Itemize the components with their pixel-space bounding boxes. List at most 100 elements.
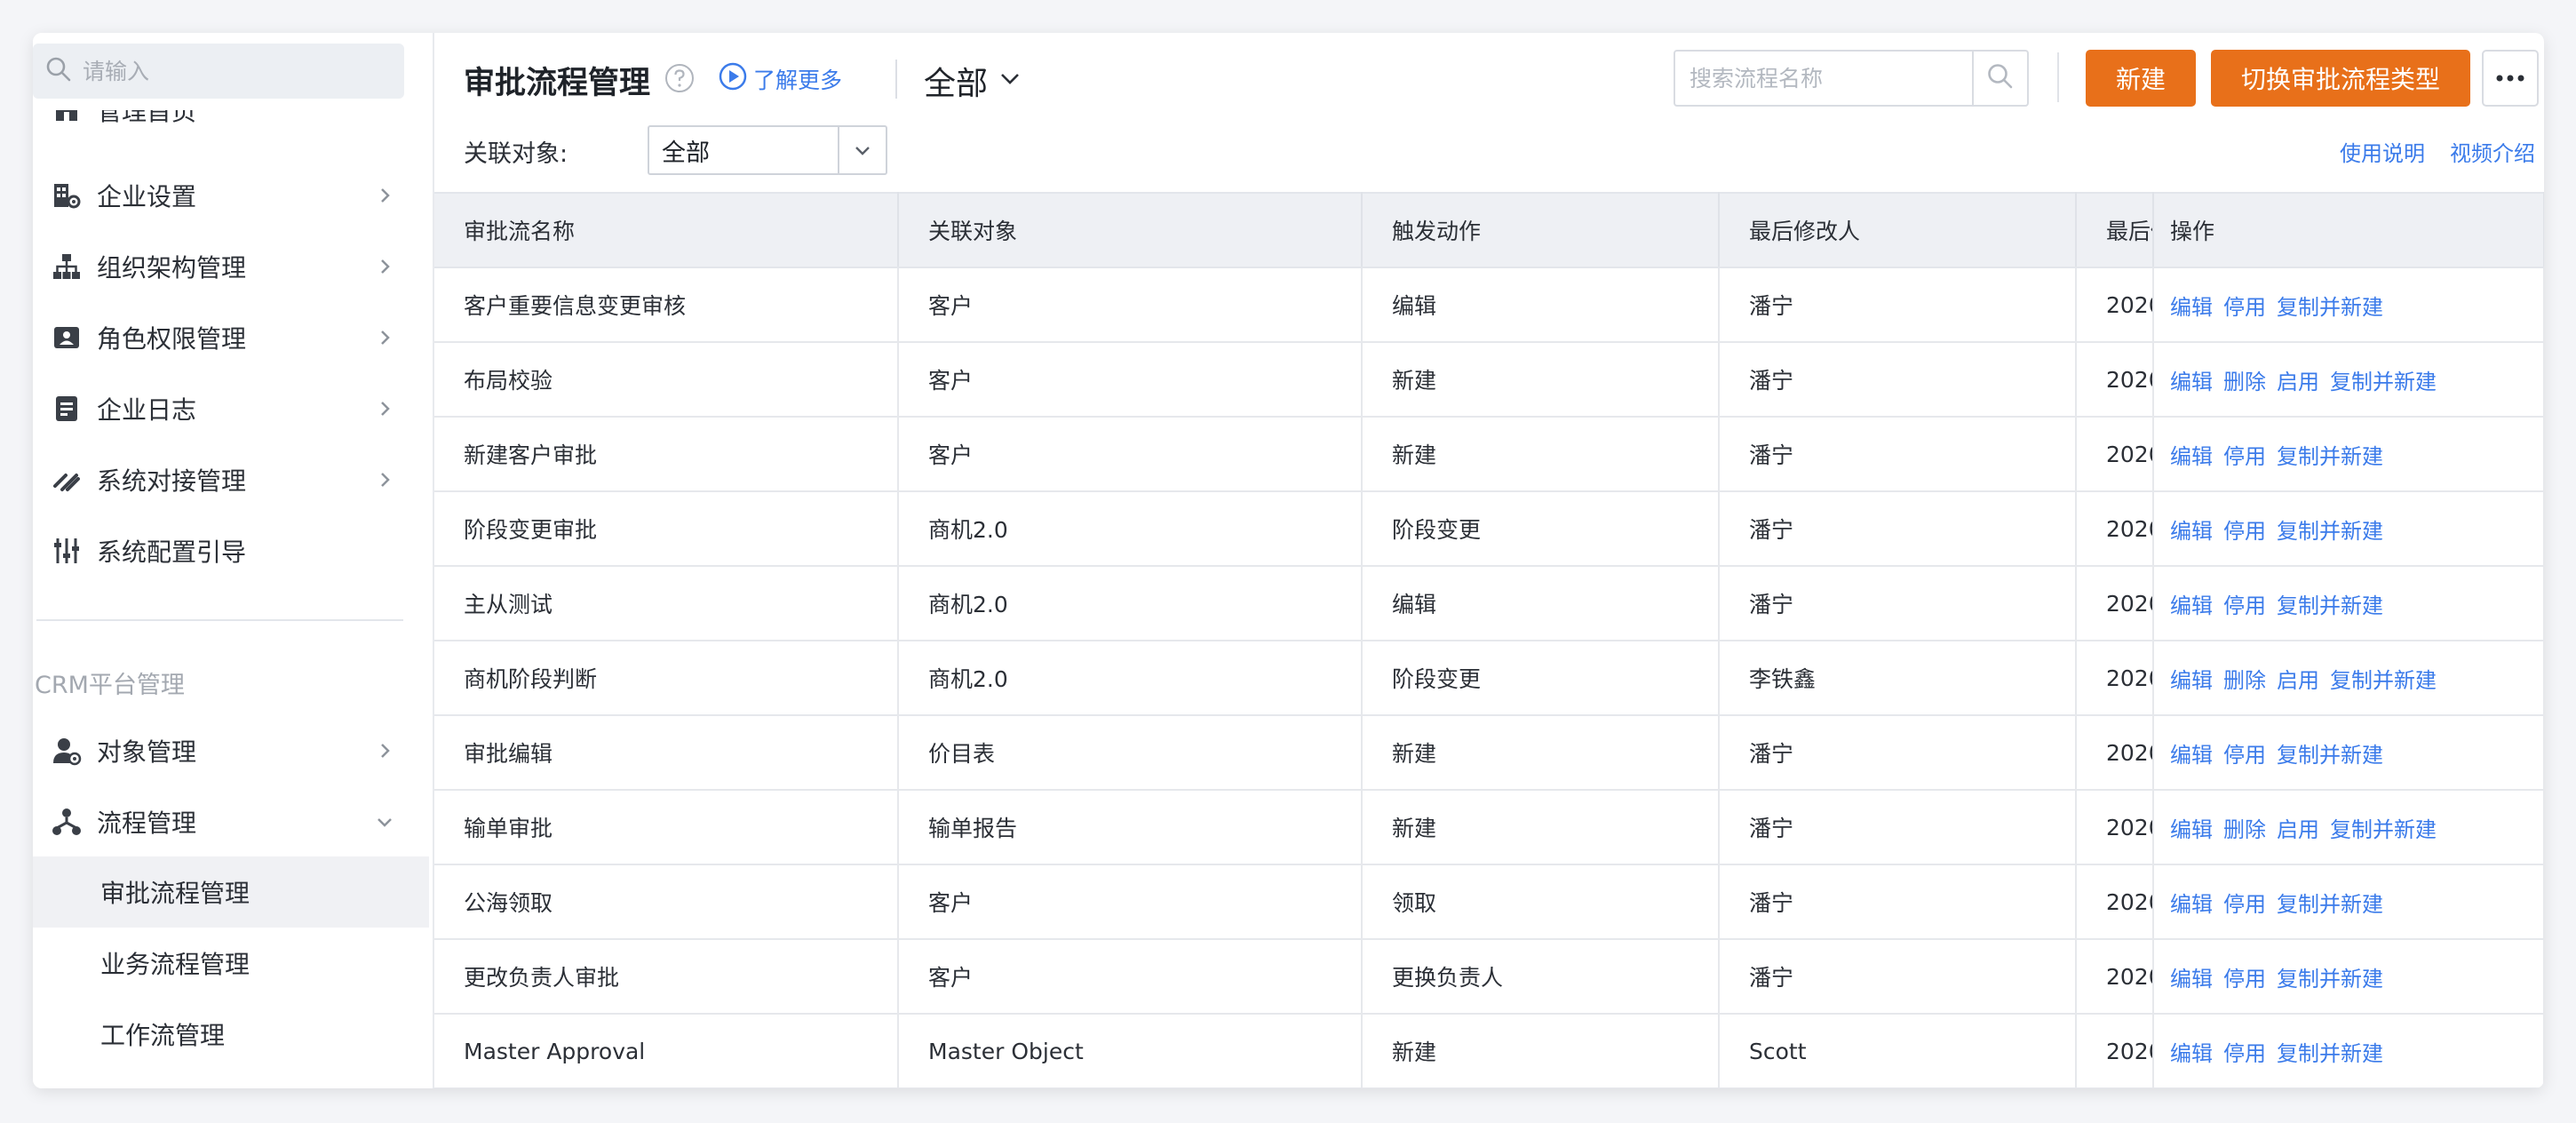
row-action-link[interactable]: 停用 (2223, 295, 2266, 320)
sidebar-item-org-structure[interactable]: 组织架构管理 (33, 235, 404, 298)
row-action-link[interactable]: 复制并新建 (2330, 370, 2437, 394)
cell-name: 主从测试 (434, 566, 899, 641)
table-row[interactable]: 商机阶段判断商机2.0阶段变更李铁鑫2020-1编辑删除启用复制并新建 (434, 641, 2544, 716)
row-action-link[interactable]: 启用 (2277, 668, 2319, 693)
row-action-link[interactable]: 编辑 (2170, 817, 2213, 842)
table-row[interactable]: Master ApprovalMaster Object新建Scott2020-… (434, 1014, 2544, 1088)
new-button[interactable]: 新建 (2086, 50, 2196, 107)
app-window: 管理首页 企业设置 组织架构管理 角色权限管理 (33, 33, 2544, 1088)
table-row[interactable]: 新建客户审批客户新建潘宁2020-1编辑停用复制并新建 (434, 417, 2544, 492)
cell-modifier: 潘宁 (1719, 342, 2077, 418)
row-action-link[interactable]: 编辑 (2170, 668, 2213, 693)
main-content: 审批流程管理 了解更多 全部 新建 切换审批流程类型 (434, 33, 2544, 1088)
row-action-link[interactable]: 停用 (2223, 743, 2266, 768)
row-action-link[interactable]: 复制并新建 (2330, 817, 2437, 842)
cell-object: 客户 (898, 417, 1363, 492)
column-header-modifier[interactable]: 最后修改人 (1719, 192, 2077, 268)
table-row[interactable]: 客户重要信息变更审核客户编辑潘宁2020-1编辑停用复制并新建 (434, 267, 2544, 343)
table-row[interactable]: 主从测试商机2.0编辑潘宁2020-1编辑停用复制并新建 (434, 566, 2544, 641)
row-action-link[interactable]: 编辑 (2170, 1041, 2213, 1066)
row-action-link[interactable]: 删除 (2223, 370, 2266, 394)
scope-value: 全部 (924, 66, 989, 102)
row-action-link[interactable]: 删除 (2223, 817, 2266, 842)
sidebar-item-system-integration[interactable]: 系统对接管理 (33, 449, 404, 511)
row-action-link[interactable]: 复制并新建 (2277, 892, 2383, 917)
cell-object: 输单报告 (898, 790, 1363, 865)
row-action-link[interactable]: 复制并新建 (2277, 1041, 2383, 1066)
cell-time: 2020-1 (2076, 641, 2154, 716)
usage-guide-link[interactable]: 使用说明 (2340, 136, 2425, 167)
cell-time: 2020-0 (2076, 1014, 2154, 1088)
sidebar-search-input[interactable] (72, 44, 404, 99)
row-action-link[interactable]: 编辑 (2170, 967, 2213, 992)
table-header-row: 审批流名称 关联对象 触发动作 最后修改人 最后修改时间 操作 (434, 192, 2544, 268)
row-action-link[interactable]: 编辑 (2170, 444, 2213, 469)
table-row[interactable]: 布局校验客户新建潘宁2020-1编辑删除启用复制并新建 (434, 342, 2544, 418)
integration-icon (51, 464, 83, 496)
sidebar-item-system-config-guide[interactable]: 系统配置引导 (33, 520, 404, 582)
row-action-link[interactable]: 复制并新建 (2330, 668, 2437, 693)
cell-time: 2020-1 (2076, 267, 2154, 343)
row-action-link[interactable]: 编辑 (2170, 370, 2213, 394)
column-header-name[interactable]: 审批流名称 (434, 192, 899, 268)
sidebar-subitem-workflow[interactable]: 工作流管理 (33, 999, 429, 1070)
row-action-link[interactable]: 编辑 (2170, 743, 2213, 768)
column-header-time[interactable]: 最后修改时间 (2076, 192, 2154, 268)
flow-search-input[interactable] (1675, 52, 1972, 105)
row-action-link[interactable]: 编辑 (2170, 593, 2213, 618)
table-row[interactable]: 更改负责人审批客户更换负责人潘宁2020-0编辑停用复制并新建 (434, 939, 2544, 1015)
cell-time: 2020-1 (2076, 715, 2154, 791)
sidebar-search[interactable] (33, 44, 404, 99)
learn-more-link[interactable]: 了解更多 (718, 61, 842, 97)
chevron-right-icon (374, 398, 395, 419)
row-action-link[interactable]: 启用 (2277, 817, 2319, 842)
sidebar-item-enterprise-log[interactable]: 企业日志 (33, 378, 404, 440)
table-row[interactable]: 输单审批输单报告新建潘宁2020-1编辑删除启用复制并新建 (434, 790, 2544, 865)
cell-modifier: Scott (1719, 1014, 2077, 1088)
chevron-right-icon (374, 256, 395, 277)
row-action-link[interactable]: 停用 (2223, 519, 2266, 544)
more-button[interactable] (2482, 50, 2539, 107)
flow-search[interactable] (1674, 50, 2029, 107)
row-action-link[interactable]: 停用 (2223, 593, 2266, 618)
column-header-operations: 操作 (2152, 192, 2544, 268)
sidebar-item-enterprise-settings[interactable]: 企业设置 (33, 164, 404, 227)
sidebar-item-home[interactable]: 管理首页 (33, 110, 404, 146)
video-intro-link[interactable]: 视频介绍 (2450, 136, 2535, 167)
row-action-link[interactable]: 复制并新建 (2277, 519, 2383, 544)
sidebar-subitem-label: 审批流程管理 (100, 879, 250, 908)
switch-flow-type-button[interactable]: 切换审批流程类型 (2211, 50, 2470, 107)
table-row[interactable]: 阶段变更审批商机2.0阶段变更潘宁2020-1编辑停用复制并新建 (434, 491, 2544, 567)
cell-name: 新建客户审批 (434, 417, 899, 492)
column-header-action[interactable]: 触发动作 (1362, 192, 1720, 268)
row-action-link[interactable]: 启用 (2277, 370, 2319, 394)
table-row[interactable]: 公海领取客户领取潘宁2020-1编辑停用复制并新建 (434, 864, 2544, 940)
row-action-link[interactable]: 停用 (2223, 1041, 2266, 1066)
row-action-link[interactable]: 复制并新建 (2277, 593, 2383, 618)
table-row[interactable]: 审批编辑价目表新建潘宁2020-1编辑停用复制并新建 (434, 715, 2544, 791)
building-settings-icon (51, 179, 83, 211)
chevron-right-icon (374, 185, 395, 206)
row-action-link[interactable]: 编辑 (2170, 519, 2213, 544)
sidebar-subitem-business-flow[interactable]: 业务流程管理 (33, 928, 429, 999)
scope-dropdown[interactable]: 全部 (924, 58, 1023, 104)
sidebar-subitem-approval-flow[interactable]: 审批流程管理 (33, 856, 429, 928)
row-action-link[interactable]: 复制并新建 (2277, 967, 2383, 992)
row-action-link[interactable]: 复制并新建 (2277, 444, 2383, 469)
column-header-object[interactable]: 关联对象 (898, 192, 1363, 268)
row-action-link[interactable]: 停用 (2223, 967, 2266, 992)
sidebar-item-object-management[interactable]: 对象管理 (33, 720, 404, 782)
search-button[interactable] (1972, 52, 2027, 105)
related-object-select[interactable]: 全部 (648, 125, 887, 175)
row-action-link[interactable]: 复制并新建 (2277, 295, 2383, 320)
row-action-link[interactable]: 编辑 (2170, 892, 2213, 917)
row-action-link[interactable]: 停用 (2223, 892, 2266, 917)
row-action-link[interactable]: 删除 (2223, 668, 2266, 693)
row-action-link[interactable]: 复制并新建 (2277, 743, 2383, 768)
row-action-link[interactable]: 编辑 (2170, 295, 2213, 320)
help-icon[interactable] (664, 63, 695, 93)
row-action-link[interactable]: 停用 (2223, 444, 2266, 469)
chevron-right-icon (374, 469, 395, 490)
sidebar-item-role-permissions[interactable]: 角色权限管理 (33, 307, 404, 369)
sidebar-item-flow-management[interactable]: 流程管理 (33, 791, 404, 853)
